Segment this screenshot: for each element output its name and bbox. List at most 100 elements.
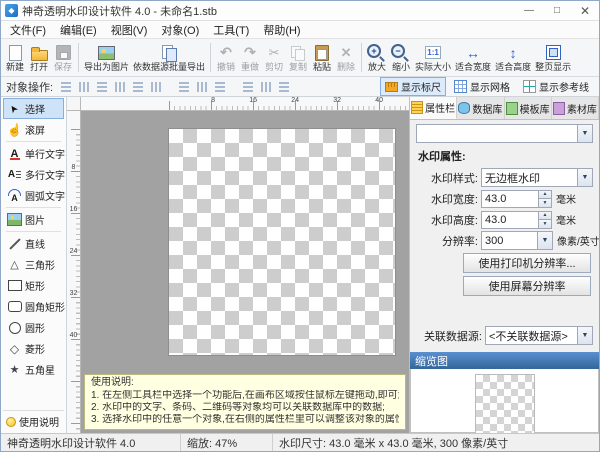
toolbar-button-fit-page[interactable]: 整页显示	[533, 40, 573, 75]
chevron-down-icon[interactable]: ▼	[537, 232, 552, 249]
triangle-icon	[7, 257, 22, 272]
tool-group-text: 单行文字 多行文字 圆弧文字	[3, 143, 64, 206]
op-button-align-center[interactable]	[75, 79, 92, 95]
prop-icon	[411, 102, 423, 114]
op-button-align-bottom[interactable]	[147, 79, 164, 95]
op-button-group[interactable]	[275, 79, 292, 95]
toolbar-separator	[78, 43, 79, 72]
minimize-button[interactable]: —	[515, 1, 543, 20]
tool-pan[interactable]: 滚屏	[3, 119, 64, 140]
use-screen-dpi-button[interactable]: 使用屏幕分辨率	[463, 276, 591, 296]
toolbar-button-paste[interactable]: 粘贴	[310, 40, 334, 75]
toolbar-button-batch-export[interactable]: 依数据源批量导出	[131, 40, 207, 75]
toolbar-button-save[interactable]: 保存	[51, 40, 75, 75]
help-button[interactable]: 使用说明	[3, 410, 64, 432]
menu-item-edit[interactable]: 编辑(E)	[53, 21, 104, 39]
toolbar-button-fit-width[interactable]: 适合宽度	[453, 40, 493, 75]
spin-down-icon[interactable]: ▼	[539, 219, 551, 228]
tool-multi-line-text[interactable]: 多行文字	[3, 164, 64, 185]
toggle-label: 显示参考线	[539, 79, 589, 94]
op-same-width-icon	[178, 81, 190, 93]
menu-item-view[interactable]: 视图(V)	[104, 21, 155, 39]
ruler-number: 16	[67, 171, 80, 213]
close-button[interactable]: ✕	[571, 1, 599, 20]
toolbar-group-zoom: 放大 缩小 实际大小 适合宽度 适合高度 整页显示	[365, 40, 573, 75]
tool-arc-text[interactable]: 圆弧文字	[3, 185, 64, 206]
chevron-down-icon[interactable]: ▼	[577, 169, 592, 186]
toolbar-button-zoom-out[interactable]: 缩小	[389, 40, 413, 75]
toolbar-button-cut[interactable]: 剪切	[262, 40, 286, 75]
tool-single-line-text[interactable]: 单行文字	[3, 143, 64, 164]
toolbar-button-fit-height[interactable]: 适合高度	[493, 40, 533, 75]
delete-icon	[336, 44, 356, 62]
style-combobox[interactable]: 无边框水印 ▼	[481, 168, 593, 187]
width-unit: 毫米	[556, 191, 576, 206]
toolbar-button-delete[interactable]: 删除	[334, 40, 358, 75]
app-window: ◆ 神奇透明水印设计软件 4.0 - 未命名1.stb — □ ✕ 文件(F)编…	[0, 0, 600, 452]
op-button-align-right[interactable]	[93, 79, 110, 95]
tool-star[interactable]: 五角星	[3, 359, 64, 380]
op-align-bottom-icon	[150, 81, 162, 93]
tool-image[interactable]: 图片	[3, 209, 64, 230]
menu-item-tools[interactable]: 工具(T)	[206, 21, 256, 39]
toolbar-button-zoom-in[interactable]: 放大	[365, 40, 389, 75]
panel-tab-database[interactable]: 数据库	[457, 97, 504, 119]
dpi-combobox[interactable]: 300 ▼	[481, 231, 553, 250]
tool-select[interactable]: 选择	[3, 98, 64, 119]
toggle-button-show-ruler[interactable]: 显示标尺	[380, 77, 446, 96]
op-button-align-middle[interactable]	[129, 79, 146, 95]
panel-tab-properties[interactable]: 属性栏	[410, 97, 457, 119]
op-button-same-width[interactable]	[175, 79, 192, 95]
save-icon	[53, 44, 73, 62]
spin-up-icon[interactable]: ▲	[539, 191, 551, 199]
chevron-down-icon[interactable]: ▼	[577, 125, 592, 142]
chevron-down-icon[interactable]: ▼	[577, 327, 592, 344]
toolbar-button-new[interactable]: 新建	[3, 40, 27, 75]
op-button-align-top[interactable]	[111, 79, 128, 95]
dpi-label: 分辨率:	[416, 233, 478, 249]
menu-item-file[interactable]: 文件(F)	[3, 21, 53, 39]
tool-rectangle[interactable]: 矩形	[3, 275, 64, 296]
tool-rounded-rectangle[interactable]: 圆角矩形	[3, 296, 64, 317]
panel-tab-templates[interactable]: 模板库	[505, 97, 552, 119]
datasource-combobox[interactable]: <不关联数据源> ▼	[485, 326, 593, 345]
width-input[interactable]: 43.0	[481, 190, 539, 208]
panel-tab-label: 素材库	[567, 101, 597, 116]
toggle-button-show-grid[interactable]: 显示网格	[449, 77, 515, 96]
toggle-button-show-guides[interactable]: 显示参考线	[518, 77, 594, 96]
op-button-same-size[interactable]	[211, 79, 228, 95]
spin-up-icon[interactable]: ▲	[539, 212, 551, 220]
menu-item-help[interactable]: 帮助(H)	[256, 21, 307, 39]
spin-down-icon[interactable]: ▼	[539, 198, 551, 207]
maximize-button[interactable]: □	[543, 1, 571, 20]
use-printer-dpi-button[interactable]: 使用打印机分辨率...	[463, 253, 591, 273]
tpl-icon	[506, 102, 518, 114]
object-selector-combobox[interactable]: ▼	[416, 124, 593, 143]
width-value: 43.0	[485, 193, 506, 205]
op-button-send-back[interactable]	[257, 79, 274, 95]
op-button-bring-front[interactable]	[239, 79, 256, 95]
dpi-row: 分辨率: 300 ▼ 像素/英寸	[410, 230, 599, 251]
menu-item-object[interactable]: 对象(O)	[154, 21, 206, 39]
op-button-align-left[interactable]	[57, 79, 74, 95]
help-line: 3. 选择水印中的任意一个对象,在右侧的属性栏里可以调整该对象的属性。	[91, 414, 399, 426]
toolbar-button-redo[interactable]: 重做	[238, 40, 262, 75]
window-title: 神奇透明水印设计软件 4.0 - 未命名1.stb	[22, 3, 515, 19]
op-button-same-height[interactable]	[193, 79, 210, 95]
panel-tab-materials[interactable]: 素材库	[552, 97, 599, 119]
height-input[interactable]: 43.0	[481, 211, 539, 229]
tool-triangle[interactable]: 三角形	[3, 254, 64, 275]
help-line: 2. 水印中的文字、条码、二维码等对象均可以关联数据库中的数据;	[91, 402, 399, 414]
tool-line[interactable]: 直线	[3, 233, 64, 254]
watermark-canvas[interactable]	[169, 129, 395, 355]
toolbar-button-actual-size[interactable]: 实际大小	[413, 40, 453, 75]
toolbar-button-open[interactable]: 打开	[27, 40, 51, 75]
toolbar-button-undo[interactable]: 撤销	[214, 40, 238, 75]
tool-circle[interactable]: 圆形	[3, 317, 64, 338]
toolbar-button-copy[interactable]: 复制	[286, 40, 310, 75]
tool-label: 滚屏	[25, 122, 45, 137]
tool-diamond[interactable]: 菱形	[3, 338, 64, 359]
style-label: 水印样式:	[416, 170, 478, 186]
toolbar-button-export-image[interactable]: 导出为图片	[82, 40, 131, 75]
tool-label: 菱形	[25, 341, 45, 356]
